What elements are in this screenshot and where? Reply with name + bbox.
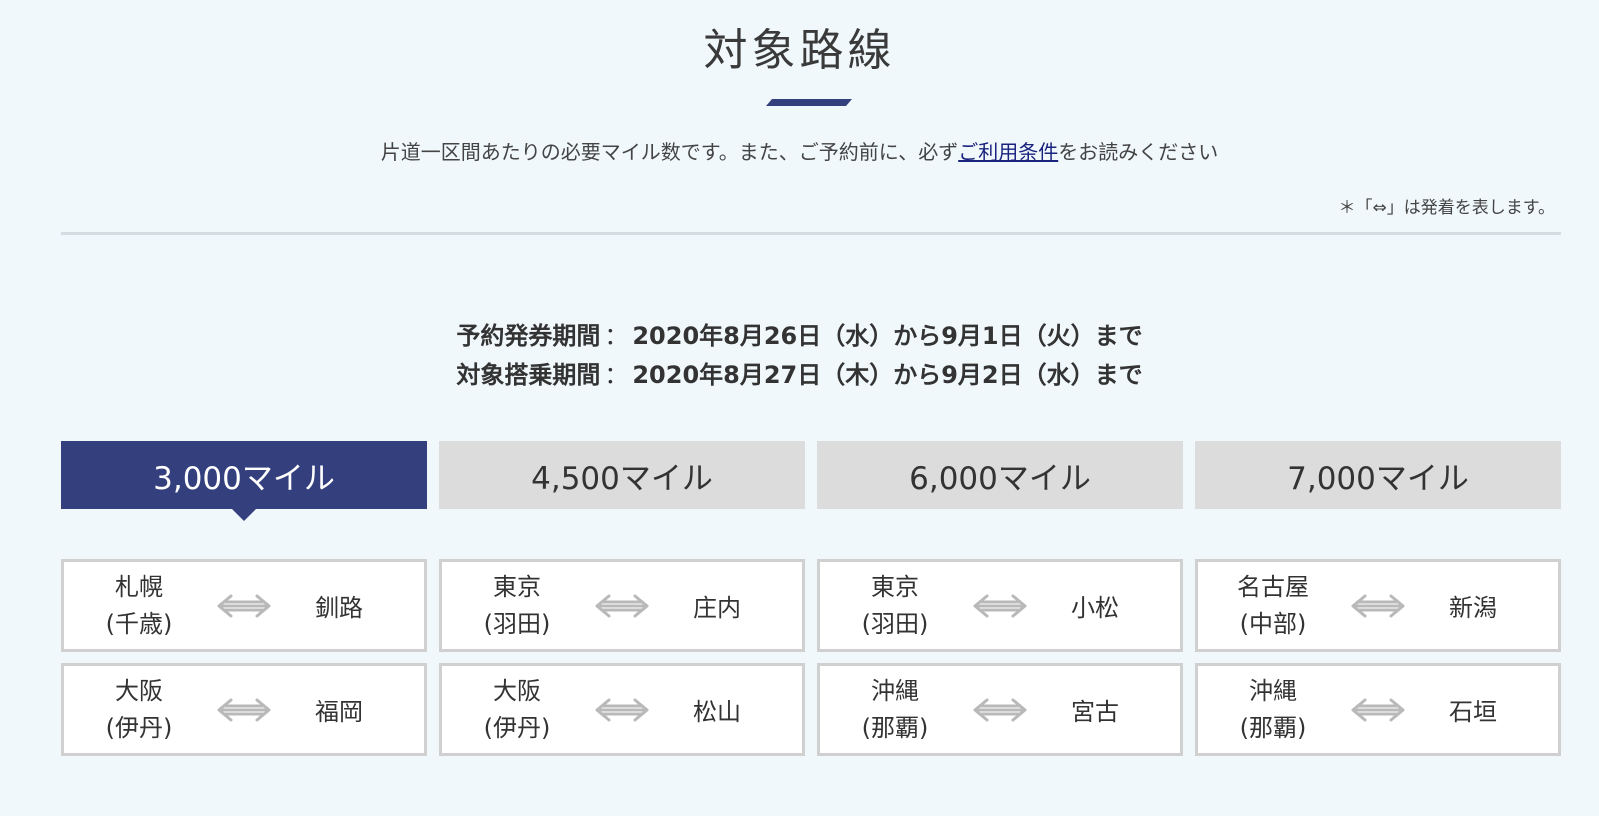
route-origin-city: 大阪 [115, 676, 163, 705]
tab-4500-miles[interactable]: 4,500マイル [439, 441, 805, 509]
route-origin: 名古屋 (中部) [1198, 569, 1348, 643]
tab-3000-miles[interactable]: 3,000マイル [61, 441, 427, 521]
double-arrow-icon [592, 591, 652, 621]
route-card: 名古屋 (中部) 新潟 [1195, 559, 1561, 652]
boarding-period-value: 2020年8月27日（木）から9月2日（水）まで [632, 361, 1143, 389]
route-destination: 小松 [1071, 594, 1119, 622]
route-origin-airport: (羽田) [861, 609, 929, 638]
route-destination: 福岡 [315, 698, 363, 726]
route-origin-airport: (伊丹) [483, 713, 551, 742]
route-card: 沖縄 (那覇) 石垣 [1195, 663, 1561, 756]
double-arrow-icon [592, 695, 652, 725]
route-card: 沖縄 (那覇) 宮古 [817, 663, 1183, 756]
route-origin-city: 大阪 [493, 676, 541, 705]
route-origin-city: 沖縄 [1249, 676, 1297, 705]
route-origin-airport: (伊丹) [105, 713, 173, 742]
route-destination: 松山 [693, 698, 741, 726]
tab-7000-miles[interactable]: 7,000マイル [1195, 441, 1561, 509]
arrow-note: ＊「⇔」は発着を表します。 [1338, 198, 1555, 218]
page-title: 対象路線 [703, 25, 896, 76]
divider [61, 232, 1561, 235]
route-origin: 札幌 (千歳) [64, 569, 214, 643]
route-destination: 石垣 [1449, 698, 1497, 726]
lead-text-after: をお読みください [1058, 140, 1219, 164]
double-arrow-icon [970, 591, 1030, 621]
route-origin-airport: (那覇) [861, 713, 929, 742]
mileage-tabs: 3,000マイル 4,500マイル 6,000マイル 7,000マイル [61, 441, 1561, 521]
route-origin: 大阪 (伊丹) [442, 673, 592, 747]
double-arrow-icon [214, 695, 274, 725]
route-card: 大阪 (伊丹) 松山 [439, 663, 805, 756]
route-origin: 沖縄 (那覇) [820, 673, 970, 747]
route-origin-city: 東京 [871, 572, 919, 601]
tab-6000-miles[interactable]: 6,000マイル [817, 441, 1183, 509]
boarding-period-colon: ： [604, 361, 629, 389]
double-arrow-icon [1348, 695, 1408, 725]
route-origin: 大阪 (伊丹) [64, 673, 214, 747]
boarding-period-label: 対象搭乗期間 [456, 361, 601, 389]
route-origin: 東京 (羽田) [820, 569, 970, 643]
route-card: 大阪 (伊丹) 福岡 [61, 663, 427, 756]
double-arrow-icon [1348, 591, 1408, 621]
booking-period-colon: ： [604, 322, 629, 350]
route-origin: 沖縄 (那覇) [1198, 673, 1348, 747]
booking-period: 予約発券期間： 2020年8月26日（水）から9月1日（火）まで [0, 316, 1599, 351]
lead-text: 片道一区間あたりの必要マイル数です。また、ご予約前に、必ずご利用条件をお読みくだ… [0, 136, 1599, 165]
booking-period-value: 2020年8月26日（水）から9月1日（火）まで [632, 322, 1143, 350]
booking-period-label: 予約発券期間 [456, 322, 601, 350]
route-origin-city: 札幌 [115, 572, 163, 601]
route-origin-city: 沖縄 [871, 676, 919, 705]
route-destination: 釧路 [315, 594, 363, 622]
route-origin-city: 東京 [493, 572, 541, 601]
route-destination: 庄内 [693, 594, 741, 622]
route-origin: 東京 (羽田) [442, 569, 592, 643]
boarding-period: 対象搭乗期間： 2020年8月27日（木）から9月2日（水）まで [0, 355, 1599, 390]
route-origin-city: 名古屋 [1237, 572, 1309, 601]
route-card: 東京 (羽田) 小松 [817, 559, 1183, 652]
route-origin-airport: (千歳) [105, 609, 173, 638]
terms-link[interactable]: ご利用条件 [958, 140, 1058, 164]
double-arrow-icon [214, 591, 274, 621]
double-arrow-icon [970, 695, 1030, 725]
route-destination: 新潟 [1449, 594, 1497, 622]
route-origin-airport: (羽田) [483, 609, 551, 638]
route-origin-airport: (中部) [1239, 609, 1307, 638]
route-destination: 宮古 [1071, 698, 1119, 726]
route-card: 札幌 (千歳) 釧路 [61, 559, 427, 652]
title-underline [766, 99, 852, 106]
lead-text-before: 片道一区間あたりの必要マイル数です。また、ご予約前に、必ず [380, 140, 959, 164]
route-card: 東京 (羽田) 庄内 [439, 559, 805, 652]
route-origin-airport: (那覇) [1239, 713, 1307, 742]
